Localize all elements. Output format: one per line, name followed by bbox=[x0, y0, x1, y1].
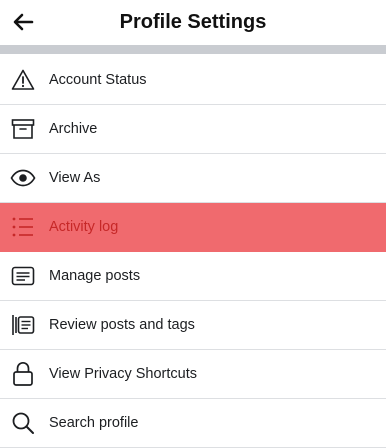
menu-item-label: View As bbox=[49, 170, 101, 186]
menu-item-label: Review posts and tags bbox=[49, 317, 195, 333]
lock-icon bbox=[10, 361, 36, 387]
header: Profile Settings bbox=[0, 0, 386, 44]
menu-item-label: Manage posts bbox=[49, 268, 141, 284]
menu-item-activity-log[interactable]: Activity log bbox=[0, 203, 386, 252]
warning-triangle-icon bbox=[10, 67, 36, 93]
section-divider bbox=[0, 45, 386, 54]
menu-item-review-posts-and-tags[interactable]: Review posts and tags bbox=[0, 301, 386, 350]
posts-icon bbox=[10, 263, 36, 289]
list-icon bbox=[10, 214, 36, 240]
archive-box-icon bbox=[10, 116, 36, 142]
search-icon bbox=[10, 410, 36, 436]
menu-item-manage-posts[interactable]: Manage posts bbox=[0, 252, 386, 301]
menu-item-label: Account Status bbox=[49, 72, 147, 88]
review-tags-icon bbox=[10, 312, 36, 338]
menu-item-label: View Privacy Shortcuts bbox=[49, 366, 198, 382]
eye-icon bbox=[10, 165, 36, 191]
page-title: Profile Settings bbox=[119, 11, 267, 33]
settings-menu: Account Status Archive View As Activity … bbox=[0, 56, 386, 448]
menu-item-account-status[interactable]: Account Status bbox=[0, 56, 386, 105]
menu-item-search-profile[interactable]: Search profile bbox=[0, 399, 386, 448]
menu-item-view-privacy-shortcuts[interactable]: View Privacy Shortcuts bbox=[0, 350, 386, 399]
menu-item-archive[interactable]: Archive bbox=[0, 105, 386, 154]
menu-item-view-as[interactable]: View As bbox=[0, 154, 386, 203]
menu-item-label: Search profile bbox=[49, 415, 139, 431]
menu-item-label: Archive bbox=[49, 121, 98, 137]
menu-item-label: Activity log bbox=[49, 219, 119, 235]
